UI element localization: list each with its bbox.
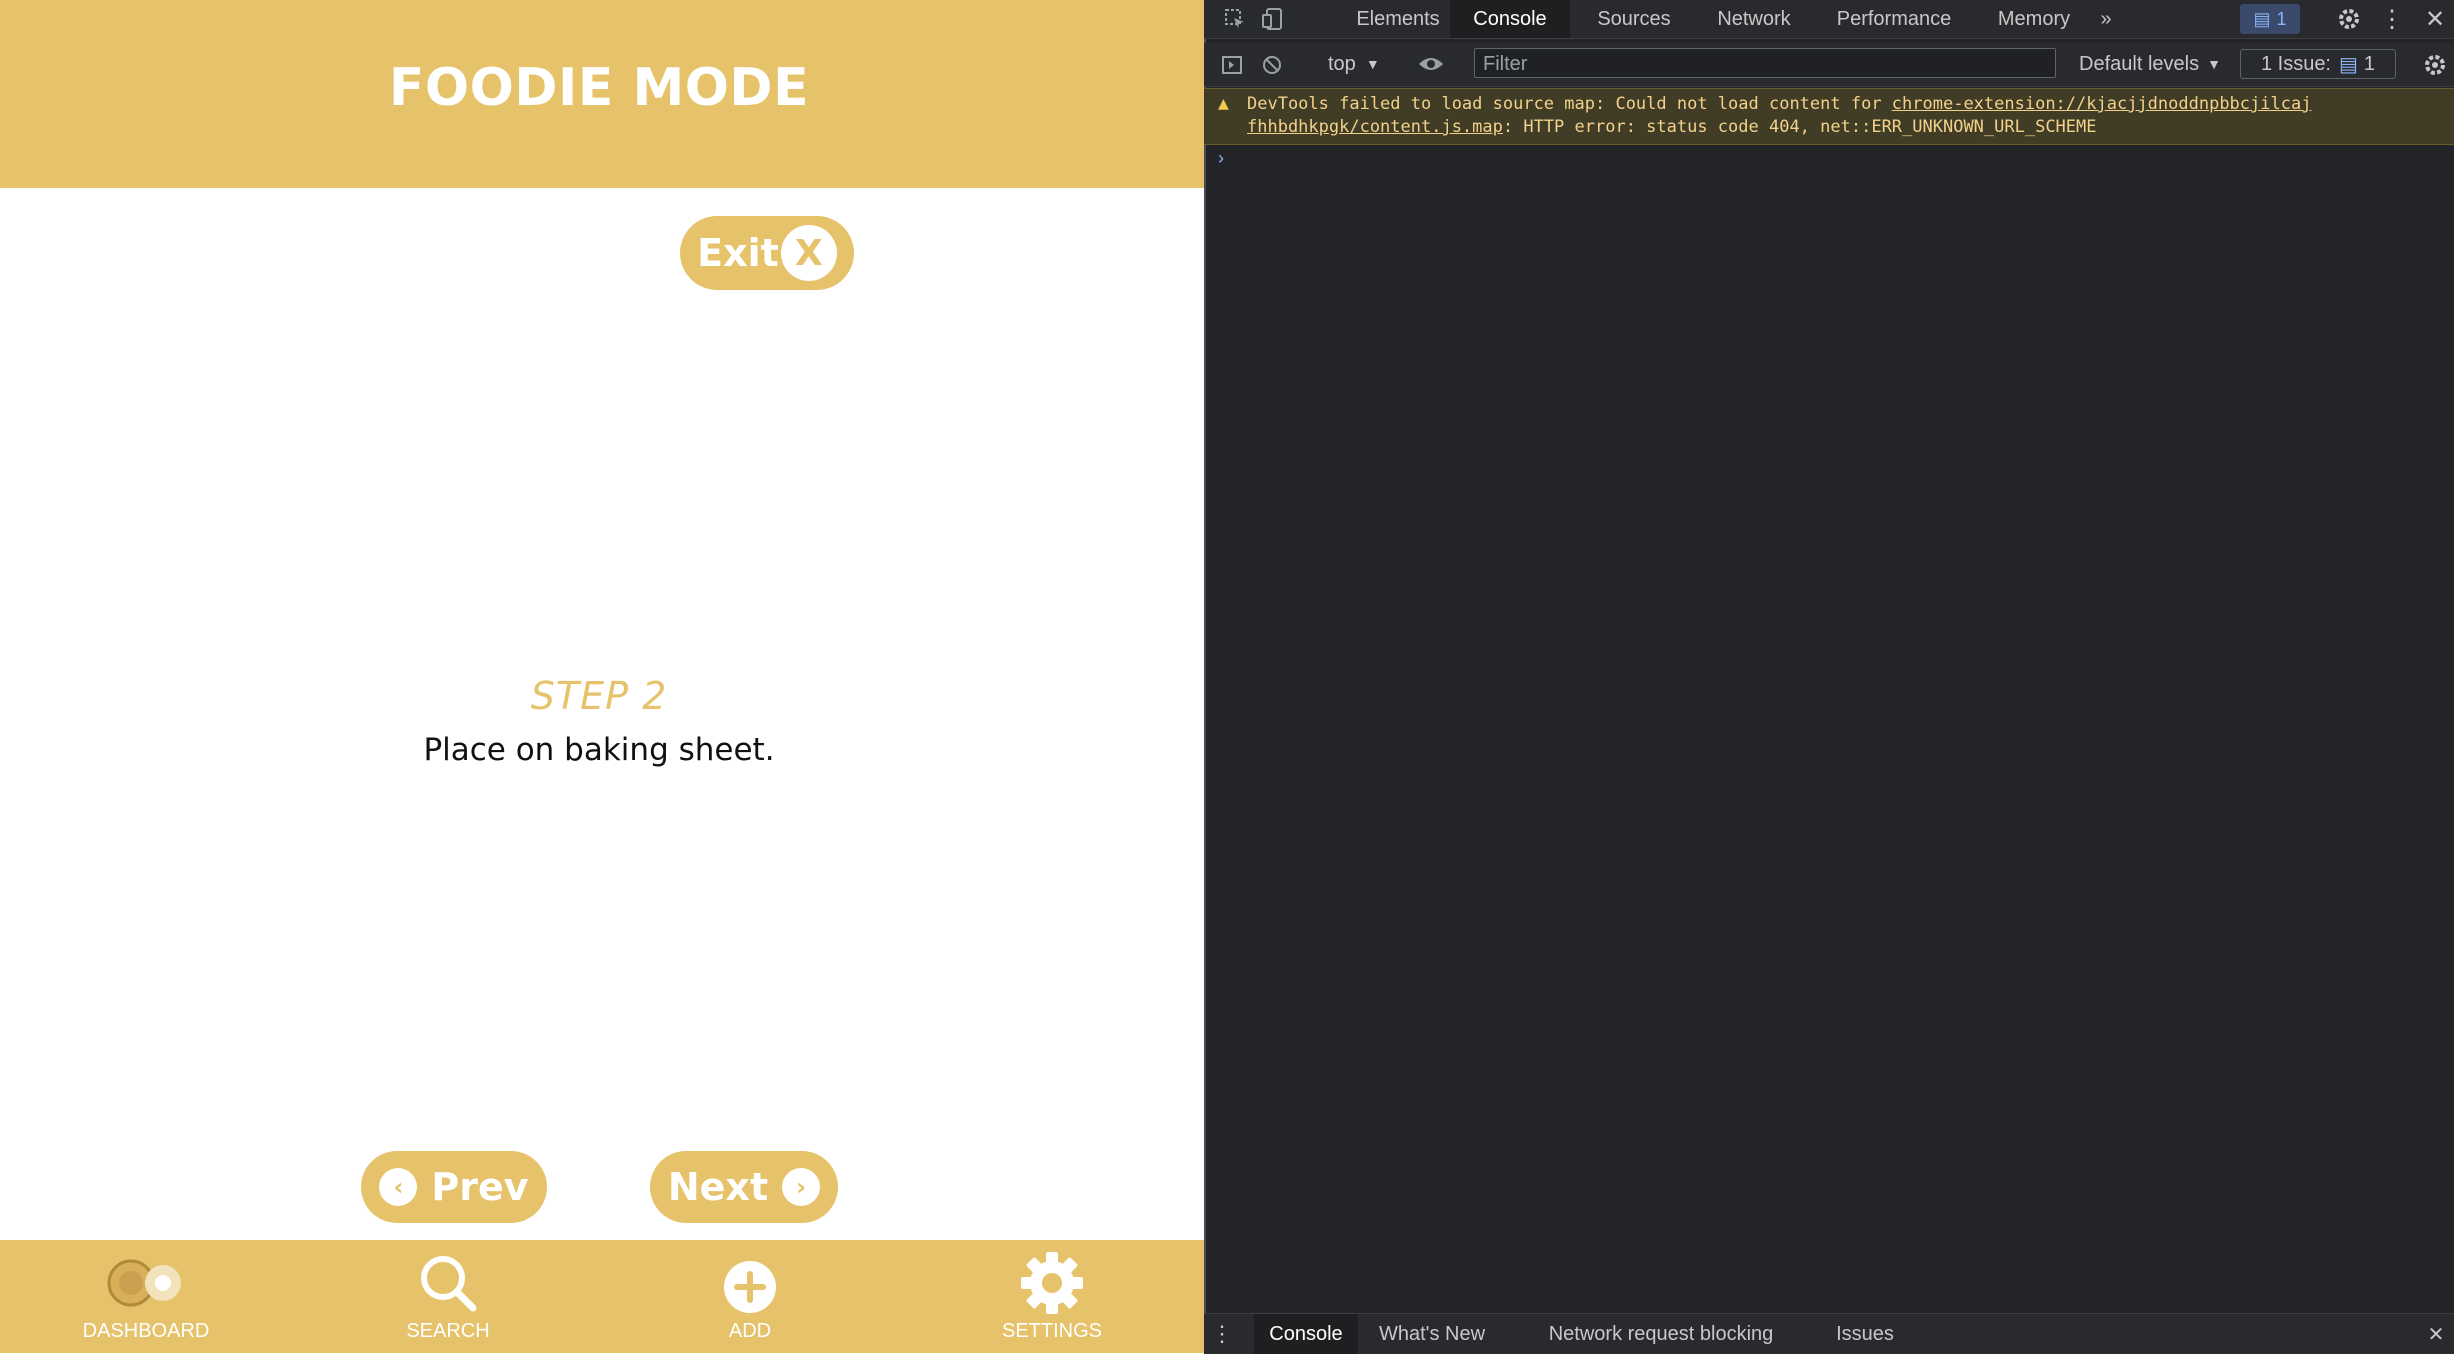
console-prompt-caret[interactable]: › — [1218, 148, 1224, 169]
settings-icon — [952, 1252, 1152, 1314]
log-levels-dropdown[interactable]: Default levels ▼ — [2070, 49, 2230, 79]
drawer-tab-whats-new[interactable]: What's New — [1370, 1314, 1494, 1354]
tab-performance[interactable]: Performance — [1816, 0, 1972, 38]
close-devtools-icon[interactable]: ✕ — [2420, 4, 2450, 34]
dropdown-arrow-icon: ▼ — [1365, 56, 1380, 72]
warning-line-2: fhhbdhkpgk/content.js.map: HTTP error: s… — [1247, 117, 2097, 137]
prev-button[interactable]: ‹ Prev — [361, 1151, 547, 1223]
kebab-menu-icon[interactable]: ⋮ — [2380, 4, 2404, 34]
step-title: STEP 2 — [530, 674, 668, 718]
console-filter-input[interactable]: Filter — [1474, 48, 2056, 78]
devtools-tabbar: Elements Console Sources Network Perform… — [1204, 0, 2454, 39]
log-levels-value: Default levels — [2079, 52, 2200, 75]
foodie-app: FOODIE MODE Exit X STEP 2 Place on bakin… — [0, 0, 1204, 1353]
search-icon — [348, 1252, 548, 1314]
tab-network[interactable]: Network — [1694, 0, 1814, 38]
context-selector[interactable]: top ▼ — [1300, 49, 1390, 79]
next-button[interactable]: Next › — [650, 1151, 838, 1223]
console-toolbar: top ▼ Filter Default levels ▼ 1 Issue: ▤… — [1204, 43, 2454, 87]
console-settings-icon[interactable] — [2420, 51, 2450, 79]
nav-label-dashboard: DASHBOARD — [82, 1320, 210, 1342]
exit-button[interactable]: Exit X — [680, 216, 854, 290]
exit-label: Exit — [697, 231, 779, 275]
warning-prefix: DevTools failed to load source map: Coul… — [1247, 94, 1892, 114]
panel-divider[interactable] — [1204, 0, 1206, 1353]
warning-url-link-cont[interactable]: fhhbdhkpgk/content.js.map — [1247, 117, 1503, 137]
next-label: Next — [667, 1165, 769, 1209]
dashboard-icon — [46, 1252, 246, 1314]
dropdown-arrow-icon: ▼ — [2207, 56, 2221, 72]
warning-url-link[interactable]: chrome-extension://kjacjjdnoddnpbbcjilca… — [1892, 94, 2312, 114]
message-icon: ▤ — [2253, 8, 2271, 29]
drawer-tab-console[interactable]: Console — [1254, 1314, 1358, 1354]
nav-label-search: SEARCH — [406, 1320, 490, 1342]
warning-icon: ▲ — [1218, 93, 1229, 114]
close-icon: X — [780, 225, 837, 281]
add-icon — [650, 1252, 850, 1314]
drawer-tab-network-request-blocking[interactable]: Network request blocking — [1530, 1314, 1792, 1354]
console-warning-message: ▲ DevTools failed to load source map: Co… — [1204, 88, 2454, 145]
inspect-icon[interactable] — [1220, 4, 1250, 34]
chevron-right-icon: › — [782, 1168, 821, 1206]
issues-label: 1 Issue: — [2260, 52, 2331, 75]
drawer-menu-icon[interactable]: ⋮ — [1210, 1318, 1234, 1350]
nav-item-dashboard[interactable]: DASHBOARD — [46, 1240, 246, 1353]
app-title: FOODIE MODE — [388, 58, 810, 118]
drawer-tab-issues[interactable]: Issues — [1820, 1314, 1910, 1354]
sidebar-toggle-icon[interactable] — [1218, 51, 1246, 79]
nav-item-add[interactable]: ADD — [650, 1240, 850, 1353]
devtools-settings-icon[interactable] — [2334, 4, 2364, 34]
tab-sources[interactable]: Sources — [1574, 0, 1694, 38]
warning-suffix: : HTTP error: status code 404, net::ERR_… — [1502, 117, 2097, 137]
nav-label-settings: SETTINGS — [1001, 1320, 1102, 1342]
prev-label: Prev — [431, 1165, 529, 1209]
nav-label-add: ADD — [728, 1320, 772, 1342]
nav-item-search[interactable]: SEARCH — [348, 1240, 548, 1353]
messages-badge[interactable]: ▤ 1 — [2240, 4, 2300, 34]
issues-count: 1 — [2363, 52, 2376, 75]
tab-memory[interactable]: Memory — [1974, 0, 2094, 38]
app-header: FOODIE MODE — [0, 0, 1204, 188]
device-toolbar-icon[interactable] — [1258, 4, 1288, 34]
devtools-panel: Elements Console Sources Network Perform… — [1204, 0, 2454, 1354]
more-tabs-icon[interactable]: » — [2086, 0, 2126, 38]
context-value: top — [1328, 52, 1356, 75]
close-drawer-icon[interactable]: ✕ — [2422, 1320, 2450, 1348]
nav-item-settings[interactable]: SETTINGS — [952, 1240, 1152, 1353]
drawer-tabbar: ⋮ Console What's New Network request blo… — [1204, 1313, 2454, 1354]
issue-icon: ▤ — [2339, 53, 2358, 76]
clear-console-icon[interactable] — [1258, 51, 1286, 79]
messages-count: 1 — [2276, 8, 2287, 29]
tab-elements[interactable]: Elements — [1328, 0, 1468, 38]
tab-console[interactable]: Console — [1450, 0, 1570, 38]
step-instruction: Place on baking sheet. — [423, 732, 775, 768]
live-expression-eye-icon[interactable] — [1416, 49, 1446, 79]
issues-button[interactable]: 1 Issue: ▤ 1 — [2240, 49, 2396, 79]
warning-line-1: DevTools failed to load source map: Coul… — [1247, 94, 2311, 114]
bottom-nav: DASHBOARD SEARCH ADD SETTINGS — [0, 1240, 1204, 1353]
chevron-left-icon: ‹ — [379, 1168, 418, 1206]
